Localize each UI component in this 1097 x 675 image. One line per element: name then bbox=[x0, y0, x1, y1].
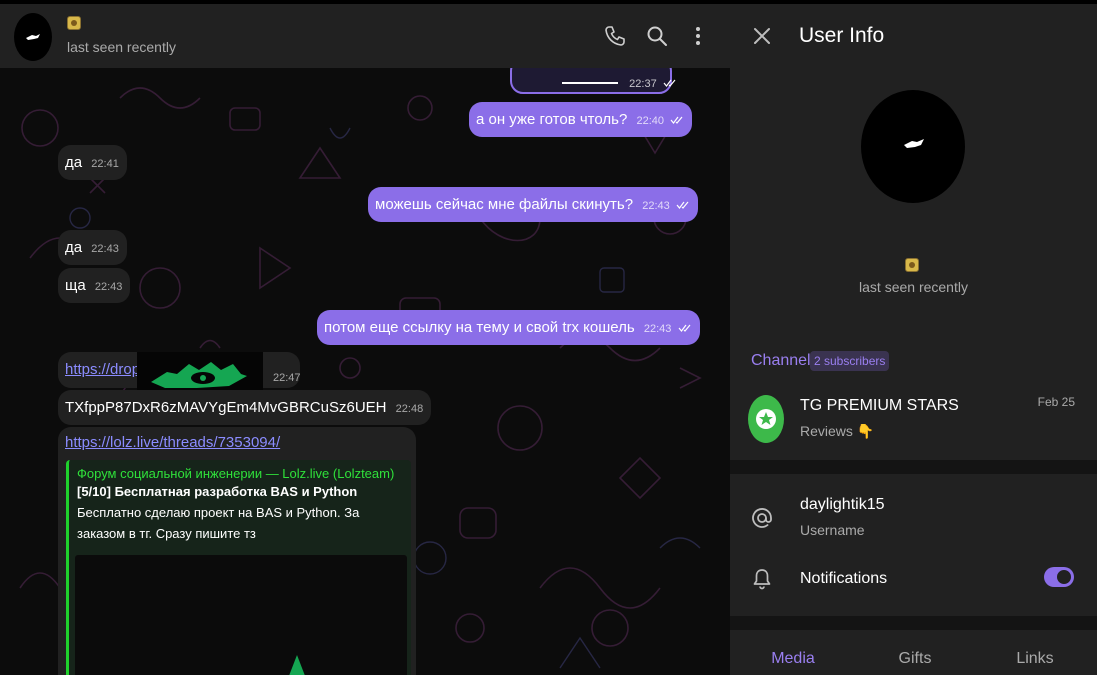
bell-icon bbox=[753, 569, 771, 590]
message-time: 22:48 bbox=[395, 403, 424, 415]
tab-media[interactable]: Media bbox=[748, 650, 838, 668]
preview-image[interactable] bbox=[75, 555, 407, 675]
at-sign-icon bbox=[752, 508, 772, 528]
profile-avatar[interactable] bbox=[861, 90, 965, 203]
tab-links[interactable]: Links bbox=[990, 650, 1080, 668]
preview-site-name: Форум социальной инженерии — Lolz.live (… bbox=[77, 466, 395, 481]
read-ticks-icon bbox=[663, 79, 676, 87]
message-text: можешь сейчас мне файлы скинуть? bbox=[375, 196, 634, 213]
channel-subtitle: Reviews 👇 bbox=[800, 423, 875, 439]
user-info-panel: User Info last seen recently Channel 2 s… bbox=[730, 4, 1097, 675]
status-emoji-icon bbox=[905, 258, 919, 272]
redacted-bar bbox=[562, 82, 618, 85]
message-bubble[interactable]: можешь сейчас мне файлы скинуть? 22:43 bbox=[368, 187, 698, 222]
message-bubble[interactable]: а он уже готов чтоль? 22:40 bbox=[469, 102, 693, 137]
username-value[interactable]: daylightik15 bbox=[800, 496, 885, 514]
contact-avatar[interactable] bbox=[14, 13, 52, 61]
message-bubble[interactable]: TXfppP87DxR6zMAVYgEm4MvGBRCuSz6UEH 22:48 bbox=[58, 390, 432, 425]
channel-name[interactable]: TG PREMIUM STARS bbox=[800, 397, 959, 415]
media-tabs: Media Gifts Links bbox=[730, 630, 1097, 675]
preview-graphic-icon bbox=[289, 655, 305, 675]
window-top-edge bbox=[0, 0, 1097, 4]
channel-date: Feb 25 bbox=[1037, 395, 1075, 409]
message-time: 22:43 bbox=[91, 243, 119, 255]
censor-sticker-icon bbox=[137, 352, 263, 394]
chat-pane: last seen recently 22:37 а он уже готов … bbox=[0, 0, 730, 675]
message-time: 22:41 bbox=[91, 158, 119, 170]
phone-icon[interactable] bbox=[603, 24, 627, 48]
crocodile-logo-icon bbox=[26, 34, 40, 40]
close-icon[interactable] bbox=[752, 26, 772, 46]
channel-label: Channel bbox=[751, 352, 811, 369]
star-icon bbox=[756, 409, 776, 429]
message-time: 22:37 bbox=[629, 78, 657, 90]
link-preview[interactable]: Форум социальной инженерии — Lolz.live (… bbox=[66, 460, 411, 675]
crocodile-logo-icon bbox=[904, 139, 924, 148]
section-divider bbox=[730, 616, 1097, 630]
profile-status: last seen recently bbox=[859, 279, 968, 295]
message-time: 22:43 bbox=[643, 323, 672, 335]
message-time: 22:43 bbox=[94, 281, 123, 293]
message-time: 22:43 bbox=[642, 200, 670, 212]
read-ticks-icon bbox=[676, 201, 689, 209]
subscribers-badge: 2 subscribers bbox=[810, 351, 890, 371]
read-ticks-icon bbox=[678, 324, 691, 332]
message-bubble[interactable]: потом еще ссылку на тему и свой trx коше… bbox=[317, 310, 700, 345]
read-ticks-icon bbox=[670, 116, 683, 124]
message-text: а он уже готов чтоль? bbox=[476, 111, 628, 128]
preview-title: [5/10] Бесплатная разработка BAS и Pytho… bbox=[77, 484, 358, 499]
notifications-label: Notifications bbox=[800, 570, 888, 587]
message-link[interactable]: https://drop bbox=[65, 361, 140, 378]
message-text: да bbox=[65, 239, 83, 256]
message-text: ща bbox=[65, 277, 86, 294]
preview-description: Бесплатно сделаю проект на BAS и Python.… bbox=[77, 505, 360, 541]
more-vertical-icon[interactable] bbox=[686, 24, 710, 48]
username-label: Username bbox=[800, 522, 865, 538]
section-divider bbox=[730, 460, 1097, 474]
message-text[interactable]: TXfppP87DxR6zMAVYgEm4MvGBRCuSz6UEH bbox=[65, 399, 387, 416]
user-info-header: User Info last seen recently Channel 2 s… bbox=[730, 4, 1097, 460]
message-bubble[interactable]: да 22:41 bbox=[58, 145, 127, 180]
message-time: 22:40 bbox=[636, 115, 664, 127]
search-icon[interactable] bbox=[645, 24, 669, 48]
contact-status: last seen recently bbox=[67, 39, 176, 55]
message-link[interactable]: https://lolz.live/threads/7353094/ bbox=[65, 434, 280, 451]
notifications-toggle[interactable] bbox=[1044, 567, 1074, 587]
message-bubble[interactable]: да 22:43 bbox=[58, 230, 127, 265]
channel-avatar[interactable] bbox=[748, 395, 784, 443]
tab-gifts[interactable]: Gifts bbox=[870, 650, 960, 668]
message-bubble[interactable]: ща 22:43 bbox=[58, 268, 131, 303]
message-text: да bbox=[65, 154, 83, 171]
message-text: потом еще ссылку на тему и свой trx коше… bbox=[324, 319, 635, 336]
chat-header[interactable]: last seen recently bbox=[0, 4, 730, 68]
message-time: 22:47 bbox=[273, 372, 301, 384]
status-emoji-icon bbox=[67, 16, 81, 30]
panel-title: User Info bbox=[799, 24, 885, 47]
